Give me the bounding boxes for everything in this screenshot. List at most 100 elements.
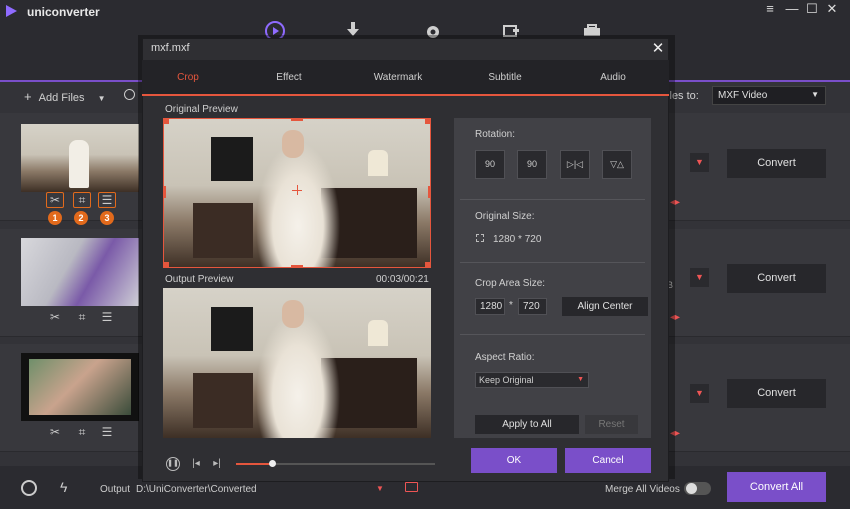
video-thumbnail[interactable] bbox=[21, 353, 139, 421]
output-format-select[interactable]: MXF Video ▼ bbox=[712, 86, 826, 105]
pause-icon[interactable]: ❚❚ bbox=[166, 457, 180, 471]
effects-icon[interactable]: ☰ bbox=[98, 310, 116, 326]
output-preview-label: Output Preview bbox=[165, 274, 234, 285]
crop-handle[interactable] bbox=[291, 118, 303, 121]
original-size-label: Original Size: bbox=[475, 211, 535, 222]
schedule-icon[interactable] bbox=[21, 480, 37, 496]
target-format-dropdown[interactable]: ▼ bbox=[690, 153, 709, 172]
trim-icon[interactable]: ✂ bbox=[46, 310, 64, 326]
crop-icon[interactable]: ⌗ bbox=[73, 192, 91, 208]
crop-icon[interactable]: ⌗ bbox=[73, 425, 91, 441]
aspect-ratio-select[interactable]: Keep Original ▼ bbox=[475, 372, 589, 388]
ok-button[interactable]: OK bbox=[471, 448, 557, 473]
target-format-dropdown[interactable]: ▼ bbox=[690, 268, 709, 287]
crop-handle[interactable] bbox=[428, 186, 431, 198]
dialog-title: mxf.mxf bbox=[151, 42, 190, 54]
original-preview-label: Original Preview bbox=[165, 104, 238, 115]
chevron-down-icon: ▼ bbox=[695, 272, 704, 282]
crop-center-marker bbox=[297, 185, 298, 195]
minimize-icon[interactable]: — bbox=[784, 1, 800, 17]
merge-all-videos-label: Merge All Videos bbox=[605, 484, 680, 495]
rotate-left-icon: 90 bbox=[484, 159, 495, 169]
crop-width-input[interactable]: 1280 bbox=[475, 298, 505, 315]
rotate-right-button[interactable]: 90 bbox=[517, 150, 547, 179]
chevron-down-icon: ▼ bbox=[97, 94, 106, 103]
time-display: 00:03/00:21 bbox=[376, 274, 429, 285]
step-badge: 3 bbox=[100, 211, 114, 225]
rotate-right-icon: 90 bbox=[526, 159, 537, 169]
align-center-button[interactable]: Align Center bbox=[562, 297, 648, 316]
previous-frame-icon[interactable]: |◂ bbox=[190, 457, 202, 471]
plus-icon: + bbox=[24, 89, 32, 104]
merge-toggle-knob bbox=[686, 483, 697, 494]
aspect-ratio-label: Aspect Ratio: bbox=[475, 352, 535, 363]
crop-handle[interactable] bbox=[163, 186, 166, 198]
load-dvd-icon[interactable] bbox=[124, 89, 135, 100]
chevron-down-icon: ▼ bbox=[695, 157, 704, 167]
rotate-left-button[interactable]: 90 bbox=[475, 150, 505, 179]
next-frame-icon[interactable]: ▸| bbox=[211, 457, 223, 471]
edit-tools: ✂ ⌗ ☰ bbox=[46, 425, 126, 439]
flip-vertical-button[interactable]: ▽△ bbox=[602, 150, 632, 179]
resize-icon bbox=[476, 234, 484, 242]
video-thumbnail[interactable] bbox=[21, 124, 139, 192]
add-files-label: Add Files bbox=[38, 92, 85, 104]
convert-all-button[interactable]: Convert All bbox=[727, 472, 826, 502]
seek-bar-progress bbox=[236, 463, 272, 465]
crop-handle[interactable] bbox=[425, 262, 431, 268]
output-label: Output bbox=[100, 484, 131, 495]
tab-underline bbox=[142, 94, 669, 96]
folder-icon[interactable] bbox=[405, 482, 418, 492]
flip-horizontal-button[interactable]: ▷|◁ bbox=[560, 150, 590, 179]
flip-horizontal-icon: ▷|◁ bbox=[566, 159, 584, 169]
chevron-down-icon: ▼ bbox=[577, 376, 584, 383]
video-thumbnail[interactable] bbox=[21, 238, 139, 306]
rotation-label: Rotation: bbox=[475, 129, 516, 140]
output-preview-image bbox=[163, 288, 431, 438]
divider bbox=[460, 199, 645, 200]
aspect-ratio-value: Keep Original bbox=[479, 375, 534, 385]
close-window-icon[interactable]: ✕ bbox=[824, 1, 840, 17]
app-title: uniconverter bbox=[27, 5, 100, 19]
target-format-dropdown[interactable]: ▼ bbox=[690, 384, 709, 403]
app-logo-icon bbox=[6, 5, 17, 17]
flip-vertical-icon: ▽△ bbox=[610, 159, 624, 169]
close-icon[interactable]: ✕ bbox=[651, 41, 665, 57]
trim-icon[interactable]: ✂ bbox=[46, 425, 64, 441]
edit-tools: ✂ ⌗ ☰ bbox=[46, 310, 126, 324]
reset-button[interactable]: Reset bbox=[585, 415, 638, 434]
add-files-button[interactable]: + Add Files ▼ bbox=[24, 89, 106, 104]
thumbnail-image bbox=[29, 359, 131, 415]
effects-icon[interactable]: ☰ bbox=[98, 425, 116, 441]
menu-icon[interactable]: ≡ bbox=[762, 1, 778, 17]
cancel-button[interactable]: Cancel bbox=[565, 448, 651, 473]
output-path[interactable]: D:\UniConverter\Converted bbox=[136, 484, 257, 495]
crop-height-input[interactable]: 720 bbox=[518, 298, 547, 315]
crop-handle[interactable] bbox=[163, 262, 169, 268]
high-speed-icon[interactable]: ϟ bbox=[60, 479, 67, 495]
tab-effect[interactable]: Effect bbox=[243, 60, 335, 95]
seek-handle[interactable] bbox=[269, 460, 276, 467]
crop-handle[interactable] bbox=[425, 118, 431, 124]
chevron-down-icon: ▼ bbox=[811, 90, 819, 99]
trim-icon[interactable]: ✂ bbox=[46, 192, 64, 208]
crop-handle[interactable] bbox=[291, 265, 303, 268]
maximize-icon[interactable]: ☐ bbox=[804, 1, 820, 17]
original-size-value: 1280 * 720 bbox=[493, 234, 542, 245]
crop-icon[interactable]: ⌗ bbox=[73, 310, 91, 326]
divider bbox=[460, 262, 645, 263]
divider bbox=[460, 334, 645, 335]
convert-button[interactable]: Convert bbox=[727, 379, 826, 408]
apply-to-all-button[interactable]: Apply to All bbox=[475, 415, 579, 434]
convert-button[interactable]: Convert bbox=[727, 149, 826, 178]
thumbnail-figure bbox=[69, 140, 89, 188]
chevron-down-icon: ▼ bbox=[695, 388, 704, 398]
convert-button[interactable]: Convert bbox=[727, 264, 826, 293]
chevron-down-icon[interactable]: ▼ bbox=[376, 484, 384, 493]
tab-audio[interactable]: Audio bbox=[567, 60, 659, 95]
tab-subtitle[interactable]: Subtitle bbox=[459, 60, 551, 95]
tab-watermark[interactable]: Watermark bbox=[352, 60, 444, 95]
effects-icon[interactable]: ☰ bbox=[98, 192, 116, 208]
tab-crop[interactable]: Crop bbox=[142, 60, 234, 95]
crop-handle[interactable] bbox=[163, 118, 169, 124]
